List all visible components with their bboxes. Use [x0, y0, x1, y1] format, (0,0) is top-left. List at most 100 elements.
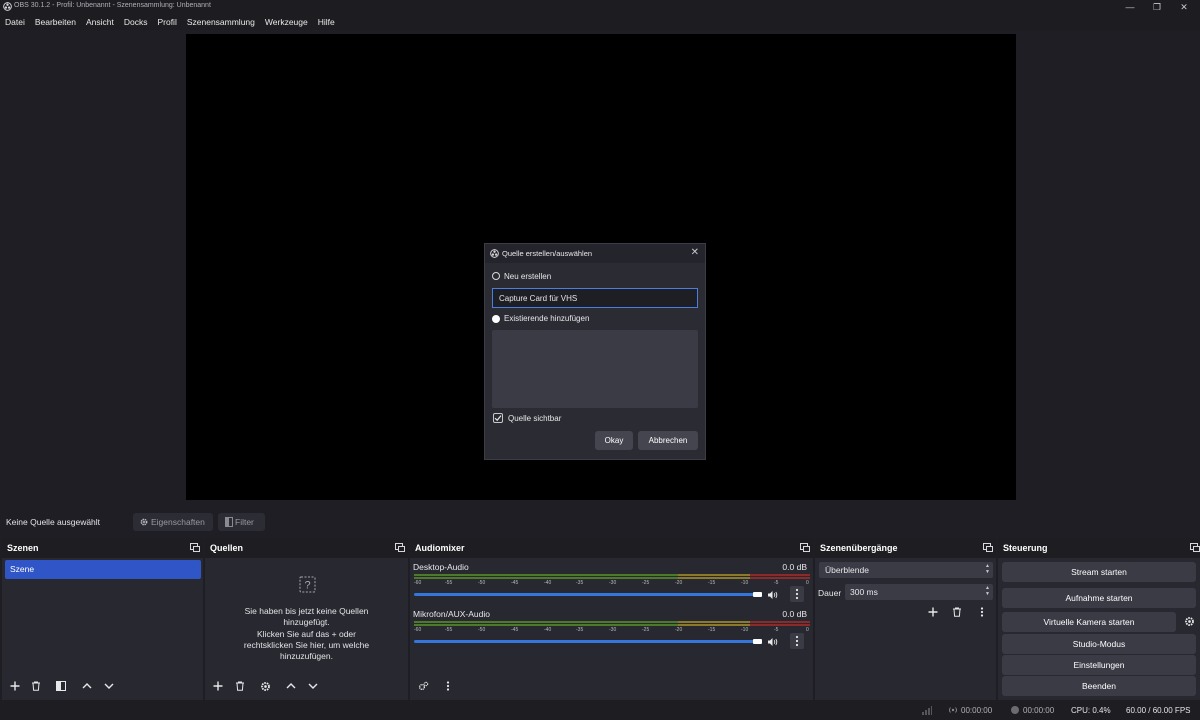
- controls-dock: Steuerung Stream starten Aufnahme starte…: [998, 538, 1200, 700]
- remove-scene-button[interactable]: [27, 679, 45, 695]
- start-virtual-camera-button[interactable]: Virtuelle Kamera starten: [1002, 612, 1176, 632]
- filters-button[interactable]: Filter: [218, 513, 265, 531]
- volume-slider-handle[interactable]: [753, 592, 762, 597]
- add-source-button[interactable]: [209, 679, 227, 695]
- meter-scale: -60 -55 -50 -45 -40 -35 -30 -25 -20 -15 …: [414, 627, 810, 635]
- tick-label: -5: [774, 580, 779, 586]
- mixer-menu-button[interactable]: [439, 679, 457, 695]
- obs-logo-icon: [3, 2, 12, 11]
- add-transition-button[interactable]: [924, 605, 942, 621]
- virtual-camera-settings-button[interactable]: [1180, 614, 1198, 630]
- tick-label: -10: [741, 580, 749, 586]
- volume-slider[interactable]: [414, 640, 762, 643]
- create-new-radio[interactable]: [492, 272, 500, 280]
- menu-edit[interactable]: Bearbeiten: [35, 14, 76, 30]
- volume-slider[interactable]: [414, 593, 762, 596]
- stream-time: 00:00:00: [961, 706, 993, 715]
- transition-select[interactable]: Überblende ▲ ▼: [819, 562, 993, 578]
- menu-file[interactable]: Datei: [5, 14, 25, 30]
- svg-text:?: ?: [304, 580, 310, 592]
- move-source-down-button[interactable]: [304, 679, 322, 695]
- tick-label: -50: [478, 580, 486, 586]
- channel-menu-button[interactable]: [790, 586, 804, 602]
- fps-readout: 60.00 / 60.00 FPS: [1126, 706, 1191, 715]
- source-name-input[interactable]: [492, 288, 698, 308]
- record-indicator-icon: [1011, 706, 1019, 714]
- tick-label: -50: [478, 627, 486, 633]
- ok-button[interactable]: Okay: [595, 431, 633, 450]
- add-existing-radio[interactable]: [492, 315, 500, 323]
- controls-title: Steuerung: [1003, 543, 1048, 553]
- studio-mode-button[interactable]: Studio-Modus: [1002, 634, 1196, 654]
- menu-view[interactable]: Ansicht: [86, 14, 114, 30]
- meter-green: [414, 577, 678, 579]
- meter-yellow: [678, 577, 750, 579]
- menu-scene-collection[interactable]: Szenensammlung: [187, 14, 255, 30]
- start-recording-button[interactable]: Aufnahme starten: [1002, 588, 1196, 608]
- scene-list-item[interactable]: Szene: [5, 560, 201, 579]
- properties-button[interactable]: Eigenschaften: [133, 513, 213, 531]
- advanced-audio-button[interactable]: [414, 679, 432, 695]
- start-streaming-button[interactable]: Stream starten: [1002, 562, 1196, 582]
- speaker-icon[interactable]: [767, 637, 779, 647]
- speaker-icon[interactable]: [767, 590, 779, 600]
- move-scene-down-button[interactable]: [100, 679, 118, 695]
- scenes-dock-header: Szenen: [2, 538, 203, 558]
- filter-icon: [56, 681, 66, 691]
- remove-source-button[interactable]: [231, 679, 249, 695]
- menu-help[interactable]: Hilfe: [318, 14, 335, 30]
- transition-menu-button[interactable]: [973, 605, 991, 621]
- meter-red: [750, 574, 810, 576]
- plus-icon: [213, 681, 223, 691]
- menu-profile[interactable]: Profil: [157, 14, 176, 30]
- source-visible-checkbox[interactable]: [493, 413, 503, 423]
- checkmark-icon: [494, 415, 502, 422]
- filter-icon: [225, 517, 233, 527]
- minimize-button[interactable]: —: [1116, 0, 1144, 14]
- undock-icon[interactable]: [395, 543, 405, 552]
- close-window-button[interactable]: ✕: [1170, 0, 1198, 14]
- remove-transition-button[interactable]: [948, 605, 966, 621]
- move-scene-up-button[interactable]: [78, 679, 96, 695]
- move-source-up-button[interactable]: [282, 679, 300, 695]
- trash-icon: [236, 681, 244, 691]
- plus-icon: [928, 607, 938, 617]
- volume-slider-handle[interactable]: [753, 639, 762, 644]
- tick-label: -30: [609, 580, 617, 586]
- audio-meter: [414, 574, 810, 579]
- meter-red: [750, 621, 810, 623]
- meter-red: [750, 624, 810, 626]
- duration-value: 300 ms: [850, 587, 878, 597]
- tick-label: 0: [806, 627, 809, 633]
- menu-bar: Datei Bearbeiten Ansicht Docks Profil Sz…: [0, 14, 1200, 30]
- scene-filters-button[interactable]: [52, 679, 70, 695]
- undock-icon[interactable]: [190, 543, 200, 552]
- sources-dock-header: Quellen: [205, 538, 408, 558]
- undock-icon[interactable]: [983, 543, 993, 552]
- cpu-usage: CPU: 0.4%: [1071, 706, 1111, 715]
- maximize-button[interactable]: ❐: [1143, 0, 1171, 14]
- cancel-button[interactable]: Abbrechen: [638, 431, 698, 450]
- menu-tools[interactable]: Werkzeuge: [265, 14, 308, 30]
- undock-icon[interactable]: [1190, 543, 1200, 552]
- tick-label: -55: [445, 580, 453, 586]
- tick-label: -45: [511, 580, 519, 586]
- empty-line: hinzuzufügen.: [280, 651, 333, 662]
- undock-icon[interactable]: [800, 543, 810, 552]
- source-toolbar: Keine Quelle ausgewählt Eigenschaften Fi…: [0, 510, 1200, 534]
- menu-docks[interactable]: Docks: [124, 14, 148, 30]
- channel-menu-button[interactable]: [790, 633, 804, 649]
- chevron-up-icon: [82, 683, 92, 689]
- settings-button[interactable]: Einstellungen: [1002, 655, 1196, 675]
- channel-name: Mikrofon/AUX-Audio: [413, 609, 491, 619]
- scene-transitions-dock: Szenenübergänge Überblende ▲ ▼ Dauer 300 …: [815, 538, 996, 700]
- dialog-close-button[interactable]: ✕: [691, 247, 699, 258]
- add-scene-button[interactable]: [6, 679, 24, 695]
- tick-label: 0: [806, 580, 809, 586]
- source-visible-label: Quelle sichtbar: [508, 414, 562, 423]
- duration-spinbox[interactable]: 300 ms ▲ ▼: [845, 584, 993, 600]
- exit-button[interactable]: Beenden: [1002, 676, 1196, 696]
- source-properties-button[interactable]: [256, 679, 274, 695]
- duration-label: Dauer: [818, 588, 842, 598]
- existing-sources-list[interactable]: [492, 330, 698, 408]
